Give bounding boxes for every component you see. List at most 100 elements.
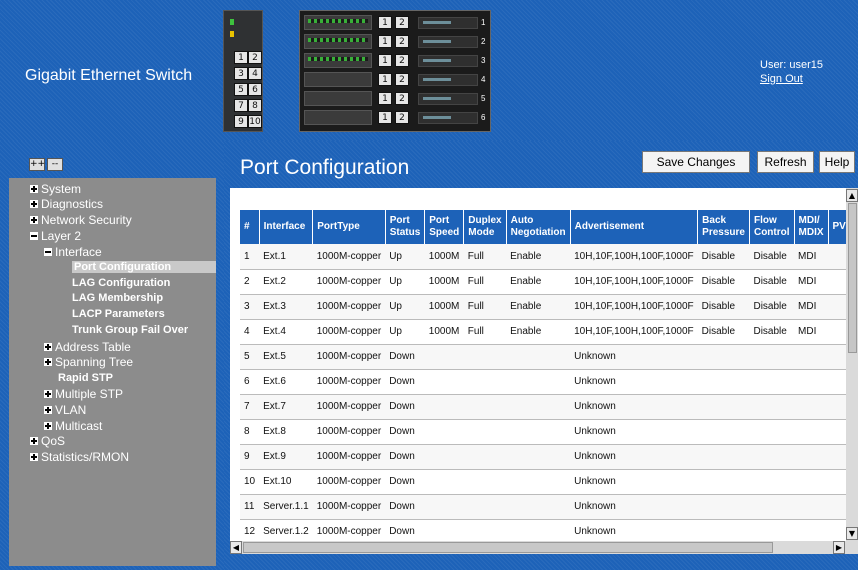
table-cell: Unknown (570, 444, 698, 470)
table-cell (697, 419, 750, 445)
sign-out-link[interactable]: Sign Out (760, 73, 803, 85)
table-cell: Server.1.1 (259, 494, 313, 520)
tree-item-statistics-rmon[interactable]: Statistics/RMON (30, 450, 129, 464)
horizontal-scroll-thumb[interactable] (243, 542, 773, 553)
slot-number: 4 (481, 75, 486, 84)
tree-item-vlan[interactable]: VLAN (44, 403, 86, 417)
table-cell (463, 344, 507, 370)
column-header[interactable]: Port Speed (424, 210, 465, 244)
column-header[interactable]: # (240, 210, 260, 244)
vertical-scroll-thumb[interactable] (848, 203, 857, 353)
table-cell (424, 444, 464, 470)
tree-item-label: LACP Parameters (72, 308, 165, 320)
tree-item-interface[interactable]: Interface (44, 245, 102, 259)
table-cell: Ext.8 (259, 419, 313, 445)
tree-item-spanning-tree[interactable]: Spanning Tree (44, 355, 133, 369)
table-cell (794, 469, 829, 495)
column-header[interactable]: Flow Control (749, 210, 795, 244)
table-cell (506, 394, 571, 420)
table-cell: Disable (697, 294, 750, 320)
table-row[interactable]: 2 Ext.2 1000M-copper Up 1000M Full Enable 10H,1… (240, 269, 858, 295)
expand-icon[interactable] (30, 437, 38, 445)
expand-icon[interactable] (44, 406, 52, 414)
table-cell: Enable (506, 294, 571, 320)
save-changes-button[interactable]: Save Changes (642, 151, 750, 173)
tree-item-rapid-stp[interactable]: Rapid STP (58, 372, 113, 384)
blade-1 (304, 15, 372, 30)
slot-2 (418, 36, 478, 48)
tree-item-multiple-stp[interactable]: Multiple STP (44, 387, 123, 401)
refresh-button[interactable]: Refresh (757, 151, 814, 173)
tree-item-qos[interactable]: QoS (30, 434, 65, 448)
expand-icon[interactable] (30, 185, 38, 193)
table-row[interactable]: 7 Ext.7 1000M-copper Down Unknown (240, 394, 858, 420)
column-header[interactable]: Back Pressure (697, 210, 750, 244)
expand-icon[interactable] (30, 453, 38, 461)
table-header-row: # Interface PortType Port Status Port Speed D… (240, 210, 858, 244)
expand-icon[interactable] (30, 216, 38, 224)
table-row[interactable]: 3 Ext.3 1000M-copper Up 1000M Full Enable 10H,1… (240, 294, 858, 320)
column-header[interactable]: Auto Negotiation (506, 210, 571, 244)
column-header[interactable]: Advertisement (570, 210, 699, 244)
table-row[interactable]: 4 Ext.4 1000M-copper Up 1000M Full Enable 10H,1… (240, 319, 858, 345)
scroll-up-icon[interactable]: ▲ (846, 189, 858, 202)
table-cell: Up (385, 294, 425, 320)
expand-icon[interactable] (44, 343, 52, 351)
tree-item-multicast[interactable]: Multicast (44, 419, 102, 433)
table-row[interactable]: 11 Server.1.1 1000M-copper Down Unknown (240, 494, 858, 520)
scroll-down-icon[interactable]: ▼ (846, 527, 858, 540)
table-row[interactable]: 6 Ext.6 1000M-copper Down Unknown (240, 369, 858, 395)
table-row[interactable]: 5 Ext.5 1000M-copper Down Unknown (240, 344, 858, 370)
table-row[interactable]: 9 Ext.9 1000M-copper Down Unknown (240, 444, 858, 470)
collapse-icon[interactable] (30, 232, 38, 240)
collapse-icon[interactable] (44, 248, 52, 256)
tree-item-label: Spanning Tree (55, 355, 134, 369)
column-header[interactable]: Duplex Mode (463, 210, 507, 244)
table-cell: Up (385, 269, 425, 295)
tree-item-label: LAG Configuration (72, 277, 171, 289)
table-cell: Full (463, 244, 507, 270)
slot-number: 2 (481, 37, 486, 46)
table-cell (506, 419, 571, 445)
column-header[interactable]: MDI/ MDIX (794, 210, 829, 244)
table-row[interactable]: 8 Ext.8 1000M-copper Down Unknown (240, 419, 858, 445)
expand-icon[interactable] (30, 200, 38, 208)
blade-2 (304, 34, 372, 49)
tree-item-label: Multicast (55, 419, 103, 433)
table-cell: Ext.7 (259, 394, 313, 420)
help-button[interactable]: Help (819, 151, 855, 173)
tree-item-label: Multiple STP (55, 387, 124, 401)
table-cell: Disable (749, 269, 795, 295)
tree-item-trunk-group-fail-over[interactable]: Trunk Group Fail Over (72, 324, 188, 336)
tree-item-system[interactable]: System (30, 182, 81, 196)
tree-item-network-security[interactable]: Network Security (30, 213, 132, 227)
table-row[interactable]: 1 Ext.1 1000M-copper Up 1000M Full Enable 10H,1… (240, 244, 858, 270)
table-body: 1 Ext.1 1000M-copper Up 1000M Full Enable 10H,1… (240, 244, 858, 545)
scroll-left-icon[interactable]: ◀ (230, 541, 242, 554)
expand-icon[interactable] (44, 358, 52, 366)
tree-item-layer-2[interactable]: Layer 2 (30, 229, 81, 243)
table-cell (463, 369, 507, 395)
tree-item-port-configuration[interactable]: Port Configuration (72, 261, 216, 273)
scroll-right-icon[interactable]: ▶ (833, 541, 845, 554)
table-row[interactable]: 10 Ext.10 1000M-copper Down Unknown (240, 469, 858, 495)
slot-number: 5 (481, 94, 486, 103)
expand-icon[interactable] (44, 422, 52, 430)
tree-item-diagnostics[interactable]: Diagnostics (30, 197, 103, 211)
table-cell (506, 369, 571, 395)
tree-item-lag-membership[interactable]: LAG Membership (72, 292, 163, 304)
column-header[interactable]: PortType (312, 210, 386, 244)
expand-all-button[interactable]: ++ (29, 158, 45, 171)
table-cell: 1000M (424, 319, 464, 345)
tree-item-lag-configuration[interactable]: LAG Configuration (72, 277, 170, 289)
tree-item-address-table[interactable]: Address Table (44, 340, 131, 354)
slot-5 (418, 93, 478, 105)
table-cell (506, 444, 571, 470)
table-cell: 1000M (424, 294, 464, 320)
expand-icon[interactable] (44, 390, 52, 398)
column-header[interactable]: Port Status (385, 210, 426, 244)
table-cell (697, 494, 750, 520)
column-header[interactable]: Interface (259, 210, 314, 244)
collapse-all-button[interactable]: -- (47, 158, 63, 171)
tree-item-lacp-parameters[interactable]: LACP Parameters (72, 308, 165, 320)
